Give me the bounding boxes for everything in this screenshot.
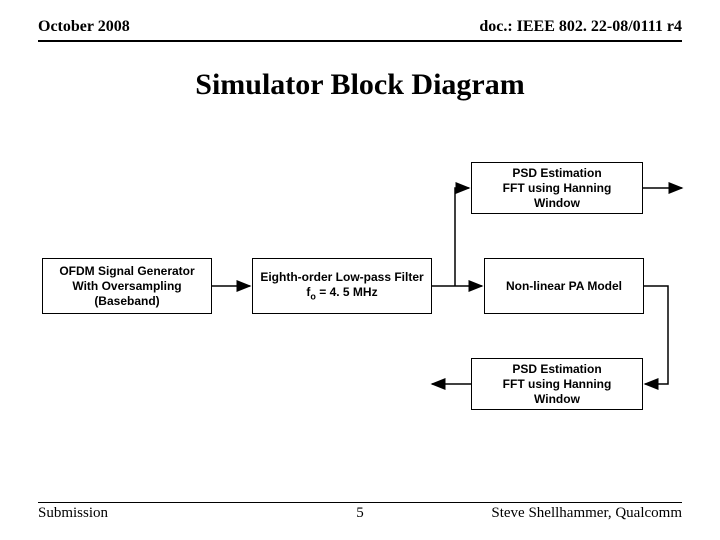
block-lpf-label: Eighth-order Low-pass Filter fo = 4. 5 M… <box>260 270 423 303</box>
block-psd-top: PSD EstimationFFT using HanningWindow <box>471 162 643 214</box>
footer-left: Submission <box>38 505 108 522</box>
block-lpf: Eighth-order Low-pass Filter fo = 4. 5 M… <box>252 258 432 314</box>
block-pa-label: Non-linear PA Model <box>506 279 622 294</box>
block-ofdm-label: OFDM Signal GeneratorWith Oversampling(B… <box>59 264 194 309</box>
header-docref: doc.: IEEE 802. 22-08/0111 r4 <box>479 18 682 36</box>
slide-header: October 2008 doc.: IEEE 802. 22-08/0111 … <box>38 18 682 42</box>
slide-title: Simulator Block Diagram <box>0 68 720 102</box>
block-psd-top-label: PSD EstimationFFT using HanningWindow <box>503 166 612 211</box>
slide-footer: Submission 5 Steve Shellhammer, Qualcomm <box>38 502 682 522</box>
block-psd-bottom: PSD EstimationFFT using HanningWindow <box>471 358 643 410</box>
block-psd-bottom-label: PSD EstimationFFT using HanningWindow <box>503 362 612 407</box>
footer-right: Steve Shellhammer, Qualcomm <box>491 505 682 522</box>
block-lpf-line1: Eighth-order Low-pass Filter <box>260 270 423 284</box>
header-date: October 2008 <box>38 18 130 36</box>
footer-page-number: 5 <box>356 505 364 522</box>
block-lpf-fo-suffix: = 4. 5 MHz <box>316 285 378 299</box>
slide-page: October 2008 doc.: IEEE 802. 22-08/0111 … <box>0 0 720 540</box>
block-pa: Non-linear PA Model <box>484 258 644 314</box>
block-ofdm: OFDM Signal GeneratorWith Oversampling(B… <box>42 258 212 314</box>
